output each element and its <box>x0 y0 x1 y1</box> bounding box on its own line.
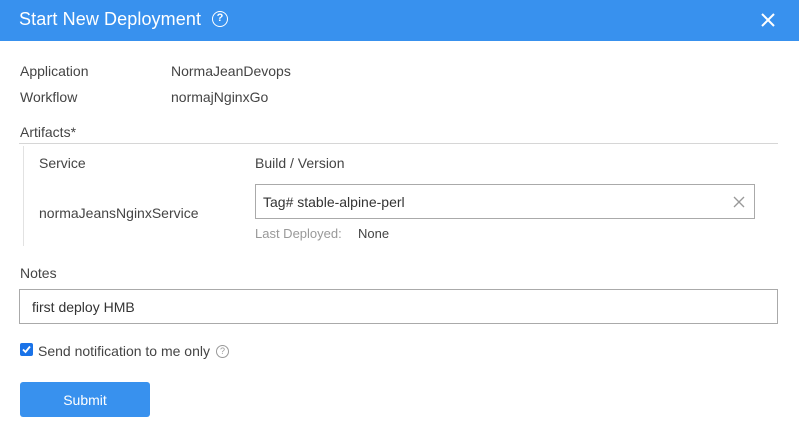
workflow-label: Workflow <box>20 89 78 105</box>
artifacts-label: Artifacts* <box>20 124 77 140</box>
submit-button[interactable]: Submit <box>20 382 150 417</box>
notify-checkbox[interactable] <box>20 343 33 356</box>
dialog-title: Start New Deployment <box>19 9 202 29</box>
build-version-value: Tag# stable-alpine-perl <box>263 194 405 210</box>
question-icon[interactable]: ? <box>216 345 229 358</box>
workflow-value: normajNginxGo <box>171 89 269 105</box>
service-column-header: Service <box>39 155 86 171</box>
last-deployed-label: Last Deployed: <box>255 226 342 241</box>
build-column-header: Build / Version <box>255 155 345 171</box>
application-label: Application <box>20 63 89 79</box>
notify-label[interactable]: Send notification to me only <box>38 343 210 359</box>
last-deployed-value: None <box>358 226 390 241</box>
dialog-header: Start New Deployment ? <box>0 0 799 41</box>
checkmark-icon <box>22 345 31 354</box>
clear-icon[interactable] <box>732 195 746 209</box>
artifacts-indent-line <box>23 146 24 246</box>
application-value: NormaJeanDevops <box>171 63 291 79</box>
close-icon[interactable] <box>758 10 778 30</box>
notes-label: Notes <box>20 265 57 281</box>
help-icon[interactable]: ? <box>212 11 228 27</box>
build-version-select[interactable]: Tag# stable-alpine-perl <box>255 184 755 219</box>
notes-input[interactable] <box>19 289 778 324</box>
artifacts-divider <box>19 143 778 144</box>
service-name: normaJeansNginxService <box>39 205 199 221</box>
